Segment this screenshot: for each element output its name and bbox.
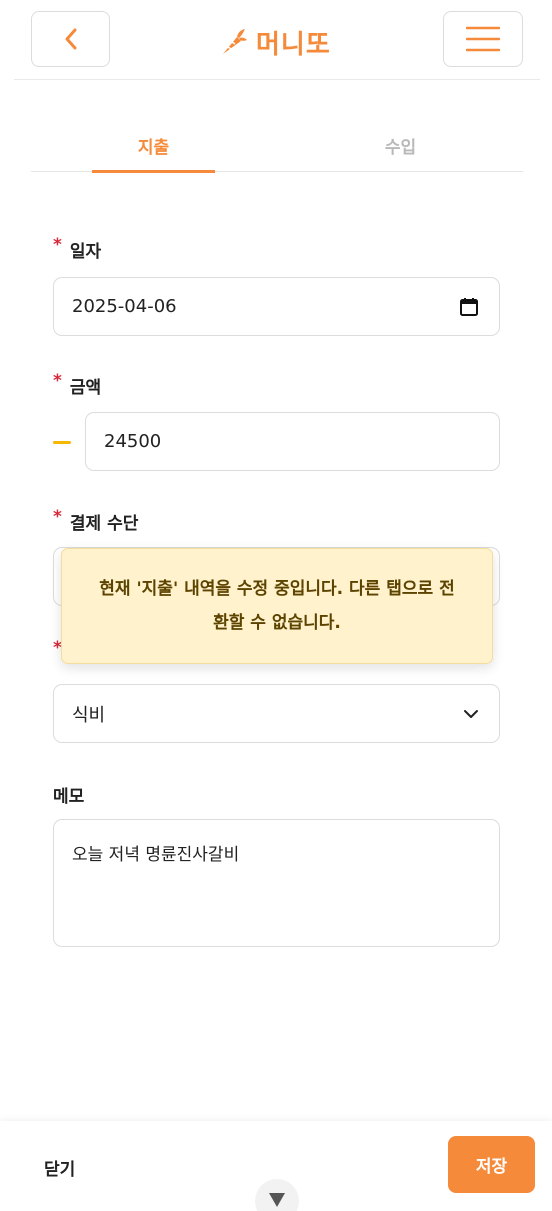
memo-textarea[interactable]: 오늘 저녁 명륜진사갈비 (53, 819, 500, 947)
logo-text: 머니또 (256, 29, 331, 60)
save-button[interactable]: 저장 (448, 1136, 535, 1193)
toast-message: 현재 '지출' 내역을 수정 중입니다. 다른 탭으로 전환할 수 없습니다. (99, 579, 455, 633)
triangle-down-icon (269, 1193, 285, 1207)
amount-label-text: 금액 (69, 378, 102, 398)
edit-mode-toast: 현재 '지출' 내역을 수정 중입니다. 다른 탭으로 전환할 수 없습니다. (61, 548, 493, 664)
tab-expense[interactable]: 지출 (92, 120, 215, 173)
minus-sign (53, 441, 71, 444)
header-divider (14, 79, 540, 80)
app-logo[interactable]: 머니또 (218, 22, 331, 62)
memo-label-text: 메모 (53, 787, 85, 807)
type-tabs: 지출 수입 (31, 120, 523, 173)
hamburger-menu-icon (466, 26, 500, 52)
app-header: 머니또 (0, 0, 552, 80)
date-value: 2025-04-06 (72, 296, 177, 317)
amount-label: * 금액 (53, 370, 102, 399)
category-value: 식비 (72, 704, 106, 726)
category-select[interactable]: 식비 (53, 684, 500, 743)
chevron-down-icon (464, 709, 478, 718)
required-mark: * (53, 370, 62, 391)
date-label: * 일자 (53, 234, 102, 263)
memo-value: 오늘 저녁 명륜진사갈비 (72, 845, 240, 865)
back-button[interactable] (31, 11, 110, 67)
chevron-left-icon (65, 28, 76, 50)
date-input[interactable]: 2025-04-06 (53, 277, 500, 336)
payment-label-text: 결제 수단 (69, 514, 139, 534)
memo-label: 메모 (53, 782, 84, 807)
required-mark: * (53, 234, 62, 255)
calendar-icon[interactable] (459, 297, 479, 317)
close-button[interactable]: 닫기 (44, 1155, 75, 1180)
menu-button[interactable] (443, 11, 523, 67)
amount-input[interactable]: 24500 (85, 412, 500, 471)
required-mark: * (53, 506, 62, 527)
amount-value: 24500 (104, 431, 162, 452)
carrot-icon (223, 29, 247, 54)
date-label-text: 일자 (69, 242, 102, 262)
payment-label: * 결제 수단 (53, 506, 139, 535)
tab-income[interactable]: 수입 (339, 120, 462, 171)
